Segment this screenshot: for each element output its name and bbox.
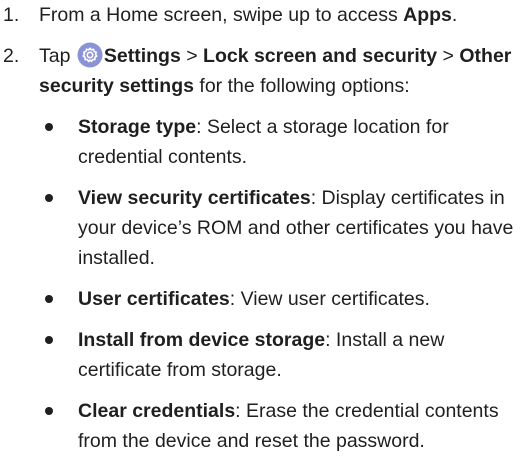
step-suffix: for the following options: xyxy=(193,75,410,97)
instructions-document: 1. From a Home screen, swipe up to acces… xyxy=(0,0,526,456)
option-desc: : View user certificates. xyxy=(229,288,430,310)
option-term: Install from device storage xyxy=(78,329,326,351)
path-separator: > xyxy=(180,45,204,67)
step-end: . xyxy=(451,4,458,26)
option-term: Clear credentials xyxy=(78,400,236,422)
bullet-icon xyxy=(45,194,53,202)
bullet-icon xyxy=(45,123,53,131)
list-item: Storage type: Select a storage location … xyxy=(0,112,526,172)
step-number: 1. xyxy=(3,4,20,26)
bullet-icon xyxy=(45,336,53,344)
option-term: Storage type xyxy=(78,116,197,138)
apps-term: Apps xyxy=(403,4,452,26)
option-term: User certificates xyxy=(78,288,230,310)
step-2: 2. Tap Settings > Lock screen and securi… xyxy=(0,41,526,456)
bullet-icon xyxy=(45,295,53,303)
settings-gear-icon xyxy=(77,42,103,68)
step-1: 1. From a Home screen, swipe up to acces… xyxy=(0,0,526,30)
list-item: View security certificates: Display cert… xyxy=(0,183,526,273)
option-term: View security certificates xyxy=(78,187,311,209)
lock-screen-path: Lock screen and security xyxy=(203,45,438,67)
step-prefix: Tap xyxy=(39,45,76,67)
list-item: Clear credentials: Erase the credential … xyxy=(0,396,526,456)
step-text: From a Home screen, swipe up to access xyxy=(39,4,404,26)
step-number: 2. xyxy=(3,45,20,67)
list-item: Install from device storage: Install a n… xyxy=(0,325,526,385)
bullet-icon xyxy=(45,407,53,415)
path-separator: > xyxy=(437,45,460,67)
settings-path: Settings xyxy=(103,45,181,67)
options-list: Storage type: Select a storage location … xyxy=(0,112,526,456)
list-item: User certificates: View user certificate… xyxy=(0,284,526,314)
